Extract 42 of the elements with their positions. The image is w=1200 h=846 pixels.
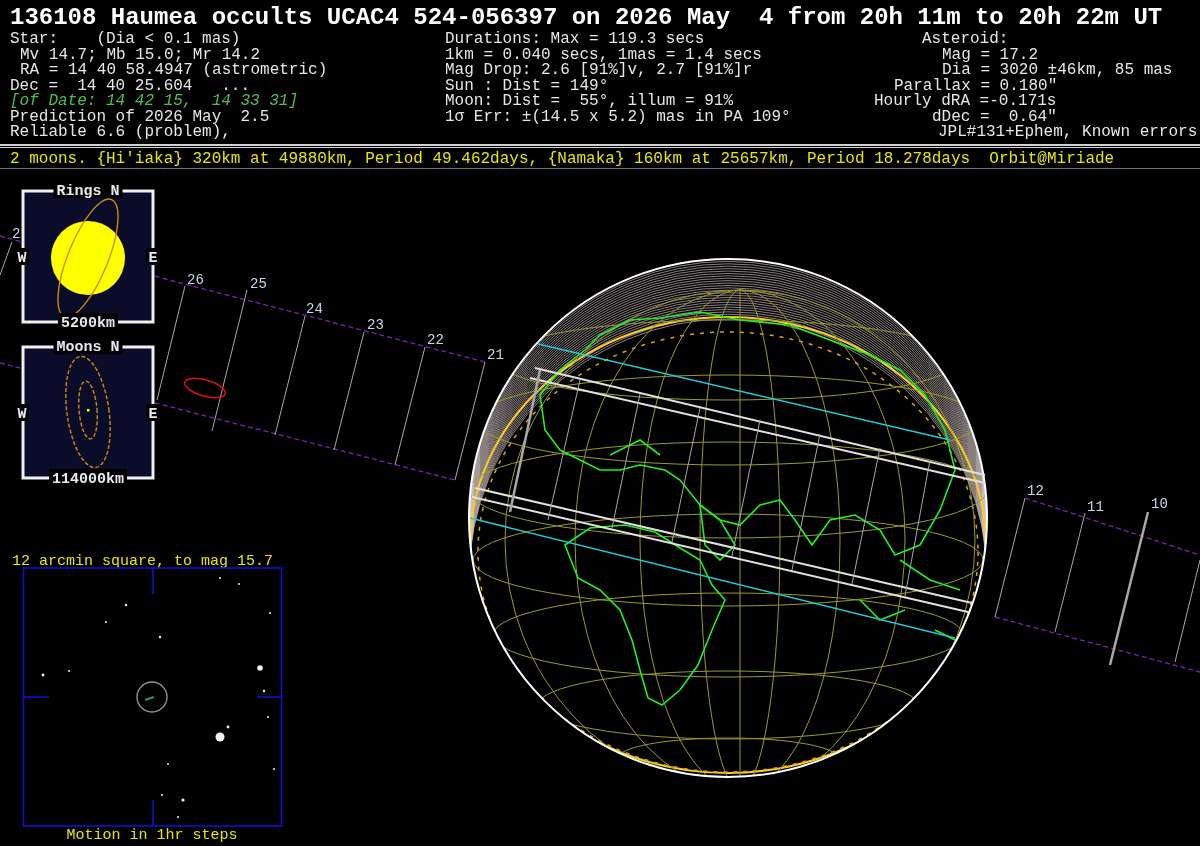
minute-label: 25 [250,276,267,292]
minute-label: 23 [367,317,384,333]
east-label: E [146,404,160,423]
west-label: W [15,248,29,267]
minute-label: 2 [12,226,21,242]
minute-label: 21 [487,347,504,363]
star-info-text: RA = 14 40 58.4947 (astrometric) [20,63,328,79]
minute-label: 10 [1151,496,1168,512]
asteroid-info-text: Parallax = 0.180" [894,78,1058,94]
motion-track-mark [144,696,155,701]
event-info-text: Moon: Dist = 55°, illum = 91% [445,94,734,110]
event-title: 136108 Haumea occults UCAC4 524-056397 on 2026 May 4 from 20h 11m to 20h 22m UT [9,3,1164,31]
asteroid-heading: Asteroid: [922,32,1009,48]
star-info-text: Prediction of 2026 May 2.5 [10,109,270,125]
minute-label: 22 [427,332,444,348]
asteroid-info-text: Dia = 3020 ±46km, 85 mas [942,63,1173,79]
star-info-text: Star: (Dia < 0.1 mas) [10,32,241,48]
event-info-text: Durations: Max = 119.3 secs [445,32,705,48]
time-tick-line [0,241,13,276]
minute-label: 24 [306,301,323,317]
star-info-text: Reliable 6.6 (problem), [10,125,231,141]
minute-label: 26 [187,272,204,288]
error-ellipse [183,377,227,399]
date-coordinates-text: [of Date: 14 42 15, 14 33 31] [10,94,299,110]
star-info-text: Dec = 14 40 25.604 ... [10,78,251,94]
east-label: E [146,248,160,267]
star-chart-footer: Motion in 1hr steps [66,827,238,844]
asteroid-info-text: Hourly dRA =-0.171s [874,94,1057,110]
moons-info-line: 2 moons. {Hi'iaka} 320km at 49880km, Period 49.462days, {Namaka} 160km at 25657km, Period 18.278days Orbit@Miriade [9,148,1116,168]
target-circle-marker [136,681,168,713]
star-info-text: Mv 14.7; Mb 15.0; Mr 14.2 [20,47,261,63]
inset-title: Rings N [53,181,123,200]
asteroid-info-text: JPL#131+Ephem, Known errors [938,125,1198,141]
asteroid-info-text: dDec = 0.64" [932,109,1057,125]
asteroid-info-text: Mag = 17.2 [942,47,1038,63]
minute-label: 11 [1087,499,1104,515]
minute-label: 12 [1027,483,1044,499]
star-chart-caption: 12 arcmin square, to mag 15.7 [12,553,274,570]
event-info-text: 1km = 0.040 secs, 1mas = 1.4 secs [445,47,762,63]
event-info-text: Sun : Dist = 149° [445,78,609,94]
event-info-text: 1σ Err: ±(14.5 x 5.2) mas in PA 109° [445,109,791,125]
west-label: W [15,404,29,423]
